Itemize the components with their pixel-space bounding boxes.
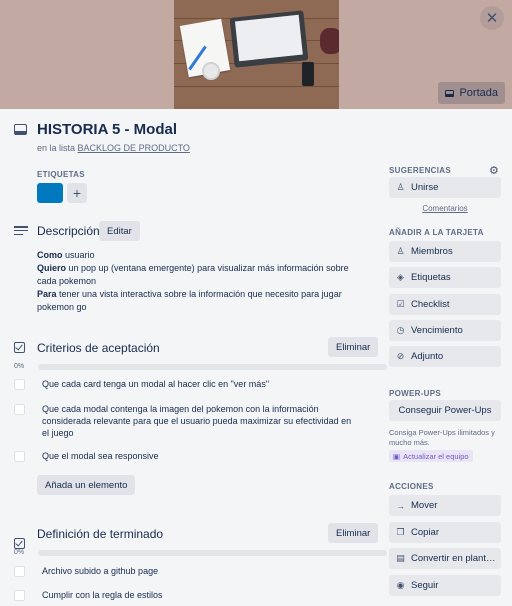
progress-percent: 0% [14, 549, 25, 556]
clock-icon: ◷ [396, 325, 405, 335]
get-powerups-button[interactable]: Conseguir Power-Ups [389, 400, 501, 421]
checklist-item[interactable]: Que cada card tenga un modal al hacer cl… [14, 378, 352, 390]
checklist-item[interactable]: Que el modal sea responsive [14, 450, 352, 462]
cover-icon [445, 89, 455, 97]
suggestions-heading: SUGERENCIAS [389, 166, 451, 175]
item-checkbox[interactable] [14, 404, 25, 415]
person-icon: ♙ [396, 246, 405, 256]
checklist-label: Checklist [411, 299, 450, 310]
cover-button[interactable]: Portada [438, 82, 505, 104]
item-checkbox[interactable] [14, 590, 25, 601]
attachment-button[interactable]: ⊘ Adjunto [389, 346, 501, 367]
card-title[interactable]: HISTORIA 5 - Modal [37, 121, 177, 138]
watch-button[interactable]: ◉ Seguir [389, 575, 501, 596]
person-icon: ♙ [396, 182, 405, 192]
add-to-card-heading: AÑADIR A LA TARJETA [389, 228, 484, 237]
eye-icon: ◉ [396, 580, 405, 590]
add-label-button[interactable]: + [67, 183, 87, 203]
checklist-icon: ☑ [396, 299, 405, 309]
item-text[interactable]: Archivo subido a github page [42, 565, 352, 577]
watch-label: Seguir [411, 580, 439, 591]
card-cover [0, 0, 512, 109]
item-checkbox[interactable] [14, 379, 25, 390]
checklist-item[interactable]: Cumplir con la regla de estilos [14, 589, 352, 601]
upgrade-label: Actualizar el equipo [403, 451, 469, 461]
description-line: Quiero un pop up (ventana emergente) par… [37, 263, 349, 286]
progress-bar [38, 363, 387, 370]
item-text[interactable]: Que el modal sea responsive [42, 450, 352, 462]
arrow-right-icon: → [396, 500, 405, 511]
plus-icon: + [72, 185, 82, 201]
close-button[interactable]: ✕ [480, 6, 504, 30]
move-label: Mover [411, 500, 438, 511]
description-line: Para tener una vista interactiva sobre l… [37, 289, 342, 312]
description-body[interactable]: Como usuario Quiero un pop up (ventana e… [37, 249, 367, 314]
copy-icon: ❐ [396, 527, 405, 537]
join-button[interactable]: ♙ Unirse [389, 177, 501, 198]
make-template-label: Convertir en plant… [411, 553, 496, 564]
edit-description-button[interactable]: Editar [99, 221, 140, 241]
checklist-item[interactable]: Que cada modal contenga la imagen del po… [14, 403, 352, 439]
close-icon: ✕ [485, 10, 499, 27]
add-item-button[interactable]: Añada un elemento [37, 475, 136, 495]
card-icon [14, 124, 27, 135]
item-checkbox[interactable] [14, 566, 25, 577]
due-date-label: Vencimiento [411, 325, 463, 336]
item-text[interactable]: Que cada card tenga un modal al hacer cl… [42, 378, 352, 390]
checklist-title[interactable]: Definición de terminado [37, 527, 163, 541]
description-icon [14, 226, 28, 237]
members-label: Miembros [411, 246, 453, 257]
checklist-progress: 0% [14, 363, 387, 370]
item-text[interactable]: Cumplir con la regla de estilos [42, 589, 352, 601]
members-button[interactable]: ♙ Miembros [389, 241, 501, 262]
checklist-progress: 0% [14, 549, 387, 556]
comments-link[interactable]: Comentarios [389, 204, 501, 213]
tag-icon: ◈ [397, 272, 404, 282]
due-date-button[interactable]: ◷ Vencimiento [389, 320, 501, 341]
list-info: en la lista BACKLOG DE PRODUCTO [37, 143, 190, 153]
item-text[interactable]: Que cada modal contenga la imagen del po… [42, 403, 352, 439]
copy-button[interactable]: ❐ Copiar [389, 522, 501, 543]
gear-icon[interactable]: ⚙ [489, 164, 499, 177]
delete-checklist-button[interactable]: Eliminar [328, 337, 379, 357]
cover-button-label: Portada [459, 87, 498, 99]
labels-button[interactable]: ◈ Etiquetas [389, 267, 501, 288]
label-chip-blue[interactable] [37, 183, 63, 203]
labels-label: Etiquetas [411, 272, 451, 283]
powerups-description: Consiga Power-Ups ilimitados y mucho más… [389, 428, 495, 447]
upgrade-team-button[interactable]: ▣ Actualizar el equipo [389, 450, 473, 462]
checklist-item[interactable]: Archivo subido a github page [14, 565, 352, 577]
description-line: Como usuario [37, 250, 95, 260]
progress-percent: 0% [14, 363, 25, 370]
briefcase-icon: ▣ [393, 451, 401, 461]
delete-checklist-button[interactable]: Eliminar [328, 523, 379, 543]
move-button[interactable]: → Mover [389, 495, 501, 516]
paperclip-icon: ⊘ [396, 351, 405, 361]
template-icon: ▤ [396, 553, 405, 563]
list-prefix: en la lista [37, 143, 76, 153]
checklist-icon [14, 538, 25, 549]
powerups-heading: POWER-UPS [389, 389, 442, 398]
join-label: Unirse [411, 182, 439, 193]
labels-heading: ETIQUETAS [37, 170, 85, 179]
make-template-button[interactable]: ▤ Convertir en plant… [389, 548, 501, 569]
checklist-icon [14, 342, 25, 353]
progress-bar [38, 549, 387, 556]
list-link[interactable]: BACKLOG DE PRODUCTO [78, 143, 190, 153]
actions-heading: ACCIONES [389, 482, 434, 491]
copy-label: Copiar [411, 527, 439, 538]
item-checkbox[interactable] [14, 451, 25, 462]
checklist-title[interactable]: Criterios de aceptación [37, 341, 160, 355]
attachment-label: Adjunto [411, 351, 444, 362]
description-heading: Descripción [37, 224, 100, 238]
cover-image [174, 0, 339, 109]
checklist-button[interactable]: ☑ Checklist [389, 294, 501, 315]
